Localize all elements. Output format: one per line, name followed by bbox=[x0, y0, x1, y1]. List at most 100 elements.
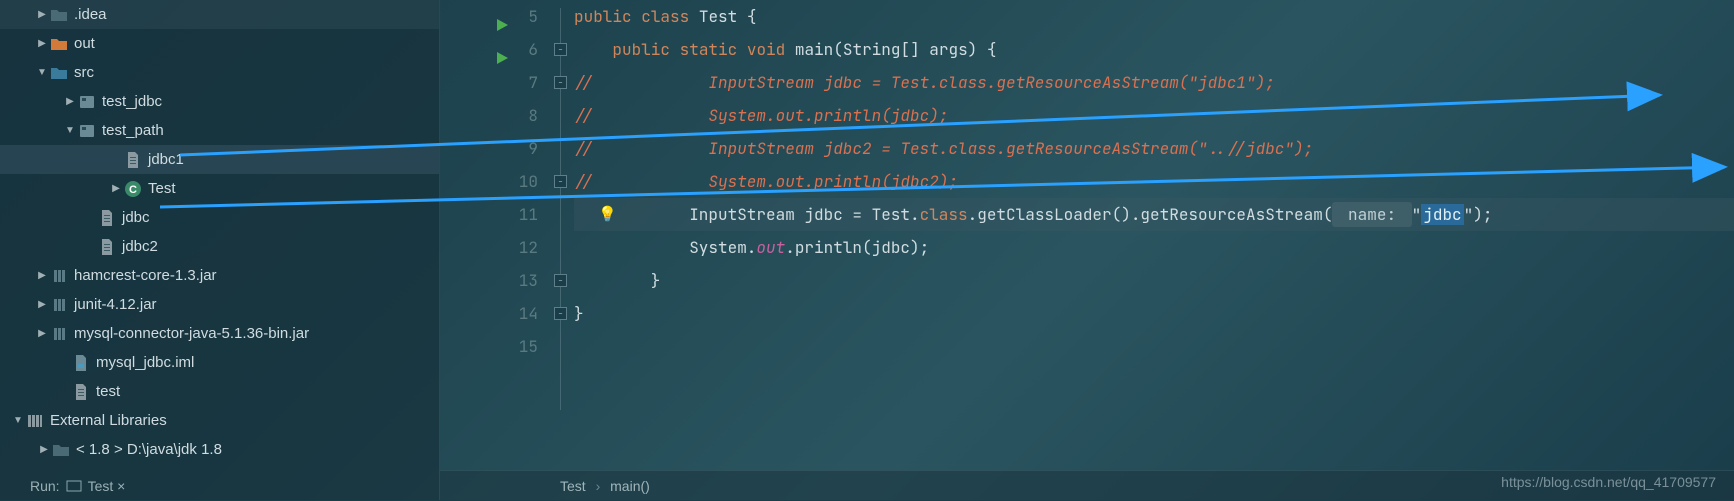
tree-label: jdbc bbox=[122, 209, 150, 226]
code-text: System. bbox=[574, 237, 756, 258]
tree-item-mysql-connector-java-5-1-36-bin-jar[interactable]: ▶ mysql-connector-java-5.1.36-bin.jar bbox=[0, 319, 439, 348]
comment: // System.out.println(jdbc); bbox=[574, 105, 948, 126]
expand-arrow-icon[interactable]: ▶ bbox=[34, 38, 50, 49]
tree-label: hamcrest-core-1.3.jar bbox=[74, 267, 217, 284]
tree-label: mysql_jdbc.iml bbox=[96, 354, 194, 371]
gutter-line[interactable]: 14 bbox=[440, 297, 538, 330]
run-target-icon bbox=[66, 479, 82, 493]
fold-marker[interactable]: − bbox=[554, 43, 567, 56]
gutter-line[interactable]: 7 bbox=[440, 66, 538, 99]
gutter-line[interactable]: 13 bbox=[440, 264, 538, 297]
code-text: (String[] args) { bbox=[833, 39, 996, 60]
fold-column[interactable]: − − − − − bbox=[550, 0, 574, 470]
tree-item-jdbc2[interactable]: jdbc2 bbox=[0, 232, 439, 261]
tree-label: External Libraries bbox=[50, 412, 167, 429]
keyword: class bbox=[641, 6, 689, 27]
fold-marker[interactable]: − bbox=[554, 76, 567, 89]
file-icon bbox=[98, 209, 116, 227]
fold-marker[interactable]: − bbox=[554, 175, 567, 188]
tree-item-src[interactable]: ▼ src bbox=[0, 58, 439, 87]
expand-arrow-icon[interactable]: ▼ bbox=[10, 415, 26, 426]
class-icon: C bbox=[124, 180, 142, 198]
method-name: main bbox=[795, 39, 833, 60]
keyword: public bbox=[612, 39, 670, 60]
tree-item-external-libraries[interactable]: ▼ External Libraries bbox=[0, 406, 439, 435]
tree-item-test-jdbc[interactable]: ▶ test_jdbc bbox=[0, 87, 439, 116]
folder-dark-icon bbox=[50, 6, 68, 24]
tree-label: Test bbox=[148, 180, 176, 197]
param-hint: name: bbox=[1332, 202, 1411, 227]
gutter-line[interactable]: 6 bbox=[440, 33, 538, 66]
tree-label: .idea bbox=[74, 6, 107, 23]
jar-icon bbox=[50, 325, 68, 343]
project-tree[interactable]: ▶.idea▶out▼src▶test_jdbc▼test_pathjdbc1▶… bbox=[0, 0, 440, 500]
tree-label: src bbox=[74, 64, 94, 81]
fold-marker[interactable]: − bbox=[554, 307, 567, 320]
tree-item-out[interactable]: ▶out bbox=[0, 29, 439, 58]
run-toolwindow-tab[interactable]: Run: Test × bbox=[30, 478, 125, 494]
tree-item-mysql-jdbc-iml[interactable]: mysql_jdbc.iml bbox=[0, 348, 439, 377]
intention-bulb-icon[interactable]: 💡 bbox=[598, 198, 617, 231]
tree-item-test[interactable]: ▶ C Test bbox=[0, 174, 439, 203]
keyword: void bbox=[747, 39, 785, 60]
gutter-line[interactable]: 9 bbox=[440, 132, 538, 165]
tree-label: < 1.8 > D:\java\jdk 1.8 bbox=[76, 441, 222, 458]
fold-marker[interactable]: − bbox=[554, 274, 567, 287]
string-highlight: jdbc bbox=[1421, 204, 1463, 225]
folder-orange-icon bbox=[50, 35, 68, 53]
field-ref: out bbox=[756, 237, 785, 258]
pkg-icon bbox=[78, 93, 96, 111]
code-editor[interactable]: 56789101112131415 − − − − − public class… bbox=[440, 0, 1734, 500]
expand-arrow-icon[interactable]: ▶ bbox=[36, 444, 52, 455]
tree-item-jdbc[interactable]: jdbc bbox=[0, 203, 439, 232]
gutter-line[interactable]: 10 bbox=[440, 165, 538, 198]
file-icon bbox=[124, 151, 142, 169]
gutter-line[interactable]: 5 bbox=[440, 0, 538, 33]
pkg-icon bbox=[78, 122, 96, 140]
code-text: .getClassLoader().getResourceAsStream( bbox=[968, 204, 1333, 225]
tree-label: test_path bbox=[102, 122, 164, 139]
folder-dark-icon bbox=[52, 441, 70, 459]
tree-item-jdbc1[interactable]: jdbc1 bbox=[0, 145, 439, 174]
comment: // InputStream jdbc2 = Test.class.getRes… bbox=[574, 138, 1313, 159]
tree-item-test[interactable]: test bbox=[0, 377, 439, 406]
expand-arrow-icon[interactable]: ▶ bbox=[34, 299, 50, 310]
breadcrumb-item[interactable]: main() bbox=[610, 478, 650, 494]
structure-tab[interactable]: ucture bbox=[0, 444, 2, 480]
gutter-line[interactable]: 15 bbox=[440, 330, 538, 363]
comment: // System.out.println(jdbc2); bbox=[574, 171, 958, 192]
folder-blue-icon bbox=[50, 64, 68, 82]
expand-arrow-icon[interactable]: ▼ bbox=[34, 67, 50, 78]
tree-item-test-path[interactable]: ▼ test_path bbox=[0, 116, 439, 145]
code-text: " bbox=[1412, 204, 1422, 225]
svg-text:C: C bbox=[129, 184, 137, 196]
expand-arrow-icon[interactable]: ▼ bbox=[62, 125, 78, 136]
breadcrumb-sep-icon: › bbox=[596, 478, 601, 494]
code-text: } bbox=[574, 270, 660, 291]
tree-label: mysql-connector-java-5.1.36-bin.jar bbox=[74, 325, 309, 342]
comment: // InputStream jdbc = Test.class.getReso… bbox=[574, 72, 1275, 93]
tree-item--idea[interactable]: ▶ .idea bbox=[0, 0, 439, 29]
gutter-line[interactable]: 8 bbox=[440, 99, 538, 132]
mod-icon bbox=[72, 354, 90, 372]
gutter-line[interactable]: 12 bbox=[440, 231, 538, 264]
keyword: public bbox=[574, 6, 632, 27]
tree-item--1-8-d-java-jdk-1-8[interactable]: ▶ < 1.8 > D:\java\jdk 1.8 bbox=[0, 435, 439, 464]
lib-icon bbox=[26, 412, 44, 430]
expand-arrow-icon[interactable]: ▶ bbox=[62, 96, 78, 107]
expand-arrow-icon[interactable]: ▶ bbox=[34, 328, 50, 339]
expand-arrow-icon[interactable]: ▶ bbox=[108, 183, 124, 194]
tree-item-hamcrest-core-1-3-jar[interactable]: ▶ hamcrest-core-1.3.jar bbox=[0, 261, 439, 290]
tree-label: test bbox=[96, 383, 120, 400]
tree-item-junit-4-12-jar[interactable]: ▶ junit-4.12.jar bbox=[0, 290, 439, 319]
file-icon bbox=[72, 383, 90, 401]
expand-arrow-icon[interactable]: ▶ bbox=[34, 9, 50, 20]
breadcrumb-item[interactable]: Test bbox=[560, 478, 586, 494]
code-content[interactable]: public class Test { public static void m… bbox=[574, 0, 1734, 470]
tree-label: test_jdbc bbox=[102, 93, 162, 110]
keyword: class bbox=[920, 204, 968, 225]
class-name: Test bbox=[699, 6, 737, 27]
tree-label: junit-4.12.jar bbox=[74, 296, 157, 313]
gutter-line[interactable]: 11 bbox=[440, 198, 538, 231]
expand-arrow-icon[interactable]: ▶ bbox=[34, 270, 50, 281]
